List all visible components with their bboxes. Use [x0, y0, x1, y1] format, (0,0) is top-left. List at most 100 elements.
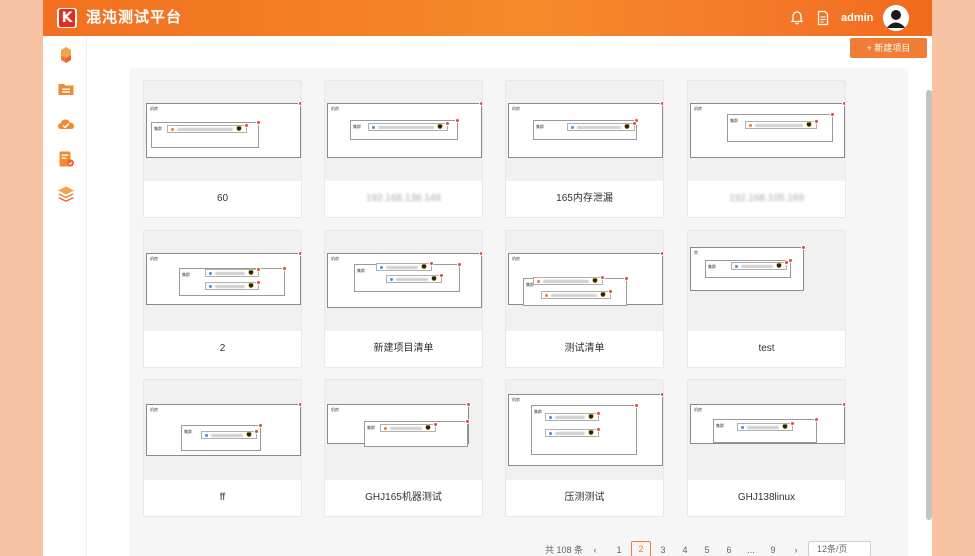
topology-preview[interactable]: 房集群 — [688, 231, 845, 331]
topology-preview[interactable]: 机房 集群 — [144, 81, 301, 181]
document-icon[interactable] — [815, 10, 831, 26]
remove-cluster-icon[interactable] — [634, 403, 639, 408]
avatar[interactable] — [883, 5, 909, 31]
page-button[interactable]: 6 — [721, 543, 737, 556]
project-card[interactable]: 机房 集群 165内存泄漏 — [505, 80, 664, 218]
project-card[interactable]: 机房 集群 压测测试 — [505, 379, 664, 517]
scrollbar[interactable] — [926, 90, 932, 520]
project-name[interactable]: ff — [144, 480, 301, 516]
remove-datacenter-icon[interactable] — [466, 402, 471, 407]
remove-datacenter-icon[interactable] — [298, 402, 301, 407]
host-node[interactable] — [541, 289, 613, 299]
project-name[interactable]: GHJ165机器测试 — [325, 480, 482, 516]
host-node[interactable] — [201, 429, 259, 439]
project-card[interactable]: 机房 集群 GHJ138linux — [687, 379, 846, 517]
remove-cluster-icon[interactable] — [455, 118, 460, 123]
prev-page-button[interactable]: ‹ — [587, 543, 603, 556]
remove-datacenter-icon[interactable] — [479, 251, 482, 256]
remove-host-icon[interactable] — [790, 421, 795, 426]
host-node[interactable] — [167, 123, 249, 133]
host-node[interactable] — [737, 421, 795, 431]
cube-icon[interactable] — [57, 46, 75, 64]
project-card[interactable]: 房集群 test — [687, 230, 846, 368]
bell-icon[interactable] — [789, 10, 805, 26]
page-button[interactable]: 1 — [611, 543, 627, 556]
project-name[interactable]: 新建项目清单 — [325, 331, 482, 367]
topology-preview[interactable]: 机房 集群 — [506, 81, 663, 181]
host-node[interactable] — [368, 121, 450, 131]
host-node[interactable] — [386, 273, 444, 283]
remove-host-icon[interactable] — [256, 267, 261, 272]
project-name[interactable]: 测试清单 — [506, 331, 663, 367]
remove-cluster-icon[interactable] — [258, 423, 263, 428]
project-card[interactable]: 机房 集群 新建项目清单 — [324, 230, 483, 368]
remove-host-icon[interactable] — [596, 427, 601, 432]
remove-host-icon[interactable] — [433, 422, 438, 427]
remove-host-icon[interactable] — [256, 280, 261, 285]
remove-host-icon[interactable] — [608, 289, 613, 294]
host-node[interactable] — [376, 261, 434, 271]
cloud-check-icon[interactable] — [57, 115, 75, 133]
remove-host-icon[interactable] — [632, 121, 637, 126]
remove-datacenter-icon[interactable] — [660, 101, 663, 106]
remove-host-icon[interactable] — [244, 123, 249, 128]
project-name[interactable]: 压测测试 — [506, 480, 663, 516]
project-card[interactable]: 机房 集群 测试清单 — [505, 230, 664, 368]
page-size-select[interactable]: 12条/页 — [808, 541, 871, 556]
report-icon[interactable] — [57, 150, 75, 168]
layers-icon[interactable] — [57, 185, 75, 203]
host-node[interactable] — [545, 427, 601, 437]
topology-preview[interactable]: 机房 集群 — [325, 231, 482, 331]
host-node[interactable] — [533, 275, 605, 285]
new-project-button[interactable]: + 新建项目 — [850, 38, 927, 58]
remove-host-icon[interactable] — [445, 121, 450, 126]
host-node[interactable] — [205, 267, 261, 277]
host-node[interactable] — [745, 119, 819, 129]
username[interactable]: admin — [841, 10, 873, 26]
project-card[interactable]: 机房 集群 192.168.136.148 — [324, 80, 483, 218]
page-button[interactable]: 3 — [655, 543, 671, 556]
project-name[interactable]: 60 — [144, 181, 301, 217]
host-node[interactable] — [567, 121, 637, 131]
remove-datacenter-icon[interactable] — [298, 101, 301, 106]
project-card[interactable]: 机房 集群 192.168.105.169 — [687, 80, 846, 218]
remove-host-icon[interactable] — [439, 273, 444, 278]
topology-preview[interactable]: 机房 集群 — [325, 81, 482, 181]
remove-cluster-icon[interactable] — [282, 266, 287, 271]
remove-cluster-icon[interactable] — [830, 112, 835, 117]
page-button[interactable]: 5 — [699, 543, 715, 556]
project-name[interactable]: 165内存泄漏 — [506, 181, 663, 217]
remove-host-icon[interactable] — [254, 429, 259, 434]
host-node[interactable] — [380, 422, 438, 432]
remove-host-icon[interactable] — [600, 275, 605, 280]
topology-preview[interactable]: 机房 集群 — [688, 380, 845, 480]
project-card[interactable]: 机房 集群 60 — [143, 80, 302, 218]
remove-cluster-icon[interactable] — [457, 262, 462, 267]
remove-host-icon[interactable] — [429, 261, 434, 266]
remove-host-icon[interactable] — [814, 119, 819, 124]
remove-datacenter-icon[interactable] — [479, 101, 482, 106]
topology-preview[interactable]: 机房 集群 — [144, 380, 301, 480]
topology-preview[interactable]: 机房 集群 — [144, 231, 301, 331]
project-name[interactable]: 192.168.136.148 — [325, 181, 482, 217]
topology-preview[interactable]: 机房 集群 — [506, 231, 663, 331]
page-button[interactable]: 9 — [765, 543, 781, 556]
remove-cluster-icon[interactable] — [465, 419, 470, 424]
host-node[interactable] — [545, 411, 601, 421]
project-name[interactable]: 2 — [144, 331, 301, 367]
project-card[interactable]: 机房 集群 2 — [143, 230, 302, 368]
remove-datacenter-icon[interactable] — [842, 402, 845, 407]
app-logo[interactable]: K — [57, 8, 77, 28]
remove-host-icon[interactable] — [784, 260, 789, 265]
host-node[interactable] — [205, 280, 261, 290]
remove-datacenter-icon[interactable] — [801, 245, 806, 250]
remove-cluster-icon[interactable] — [256, 120, 261, 125]
project-name[interactable]: 192.168.105.169 — [688, 181, 845, 217]
topology-preview[interactable]: 机房 集群 — [325, 380, 482, 480]
project-name[interactable]: test — [688, 331, 845, 367]
remove-datacenter-icon[interactable] — [660, 392, 663, 397]
remove-datacenter-icon[interactable] — [842, 101, 845, 106]
remove-datacenter-icon[interactable] — [298, 251, 301, 256]
project-card[interactable]: 机房 集群 GHJ165机器测试 — [324, 379, 483, 517]
next-page-button[interactable]: › — [788, 543, 804, 556]
